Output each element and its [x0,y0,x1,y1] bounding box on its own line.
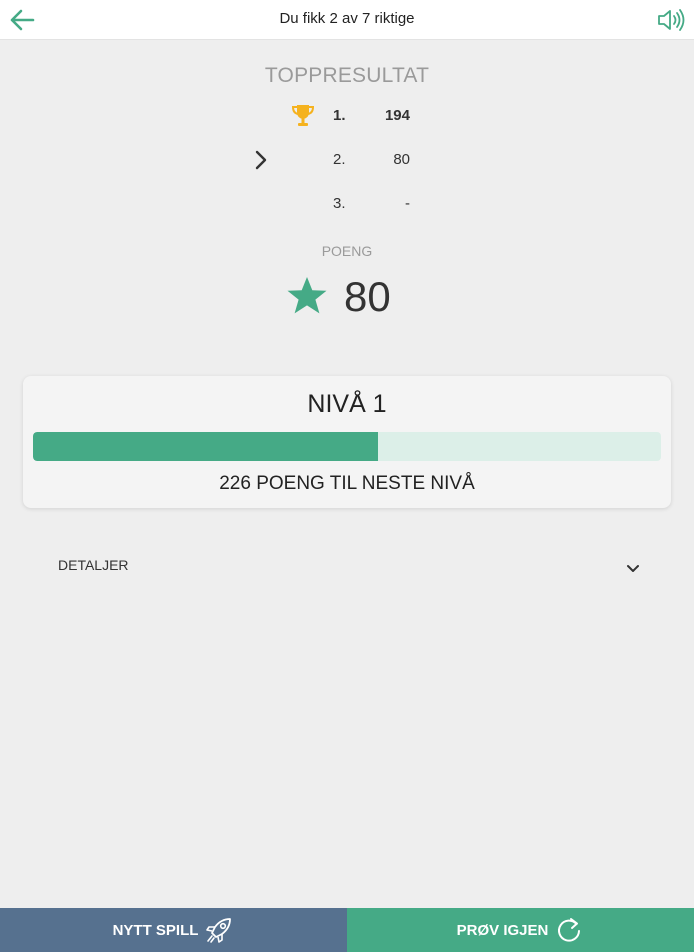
level-title: NIVÅ 1 [307,390,387,418]
rocket-icon [206,918,232,943]
rank-number: 1. [333,107,346,124]
page-title: Du fikk 2 av 7 riktige [279,10,415,27]
trophy-icon [291,105,315,126]
level-progress-bar [33,432,661,461]
leaderboard-row: 3. - [0,192,694,216]
bottom-action-bar: NYTT SPILL PRØV IGJEN [0,908,694,952]
rank-score: - [405,195,410,212]
level-remaining-text: 226 POENG TIL NESTE NIVÅ [219,473,475,494]
details-toggle[interactable]: DETALJER [45,548,653,588]
level-progress-fill [33,432,379,461]
top-bar: Du fikk 2 av 7 riktige [0,0,694,40]
leaderboard-row: 1. 194 [0,104,694,128]
new-game-button[interactable]: NYTT SPILL [0,908,347,952]
rank-number: 3. [333,195,346,212]
speaker-icon [658,9,685,31]
sound-button[interactable] [654,6,688,34]
points-label: POENG [321,243,373,259]
new-game-label: NYTT SPILL [112,921,199,939]
level-card: NIVÅ 1 226 POENG TIL NESTE NIVÅ [23,376,671,508]
rank-score: 80 [393,151,410,168]
leaderboard-row: 2. 80 [0,148,694,172]
retry-label: PRØV IGJEN [456,921,549,939]
star-icon [287,277,327,314]
chevron-down-icon [627,565,639,572]
leaderboard-title: TOPPRESULTAT [264,64,430,87]
chevron-right-icon[interactable] [252,148,270,172]
points-value: 80 [344,273,391,320]
details-label: DETALJER [58,557,129,573]
rank-number: 2. [333,151,346,168]
retry-button[interactable]: PRØV IGJEN [347,908,694,952]
points-display: 80 [0,272,694,322]
rank-score: 194 [384,107,410,124]
refresh-icon [558,918,581,942]
